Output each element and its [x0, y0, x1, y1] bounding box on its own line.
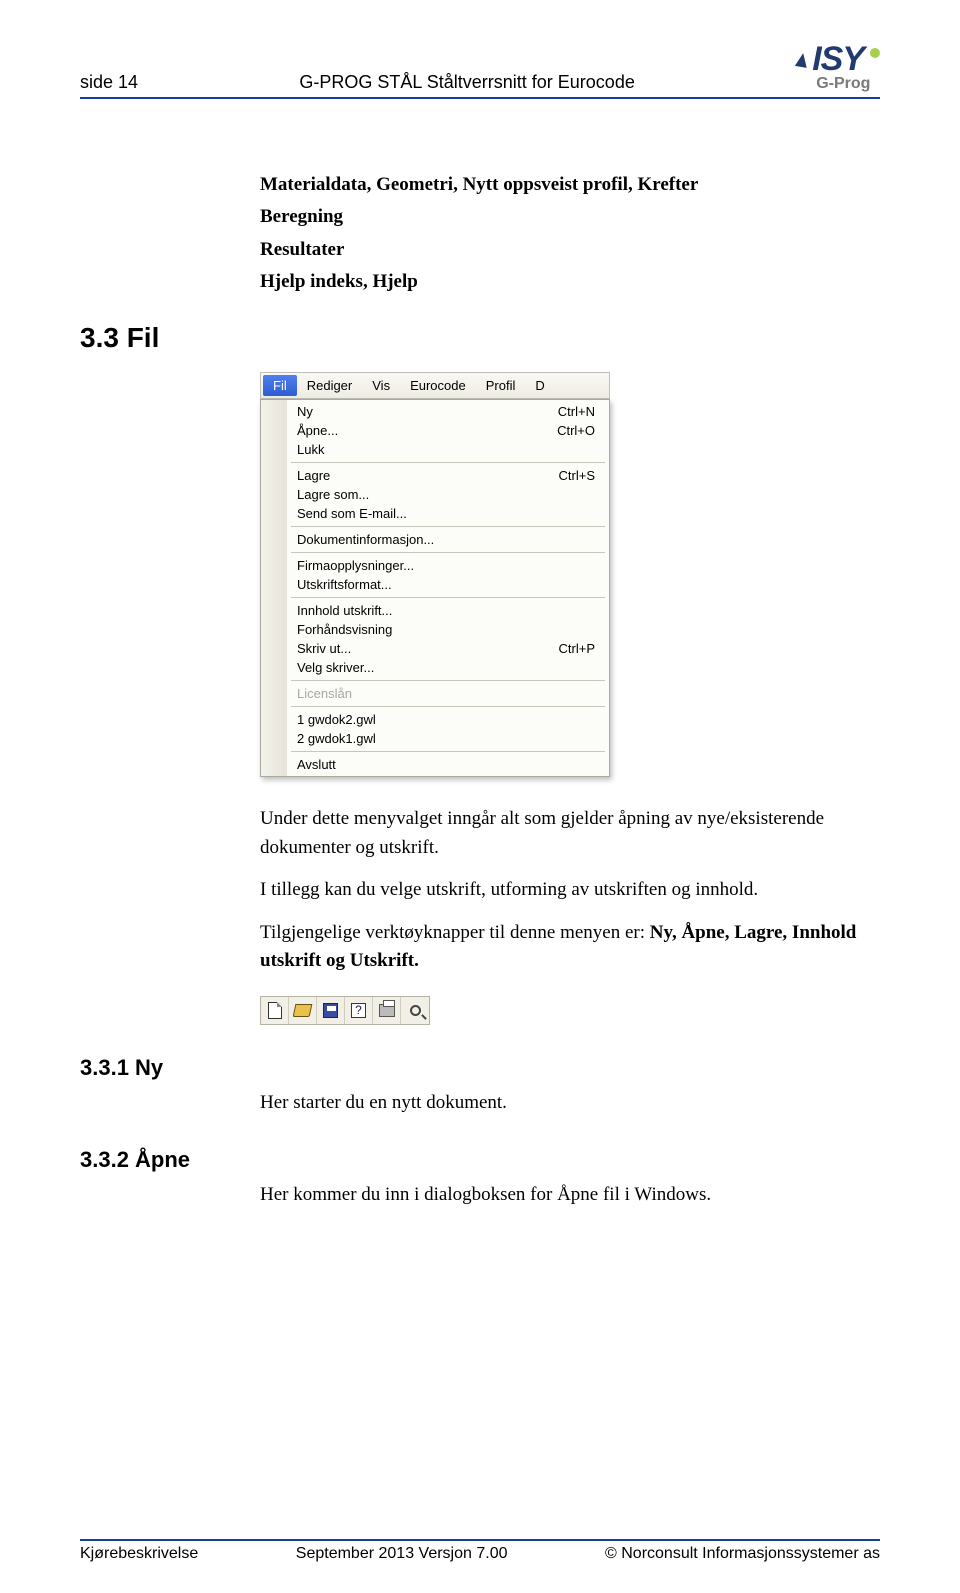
menu-item: Licenslån: [289, 684, 607, 703]
menu-bar: FilRedigerVisEurocodeProfilD: [260, 372, 610, 399]
menu-separator: [291, 462, 605, 463]
menu-item-label: Lagre: [297, 468, 330, 483]
menu-item[interactable]: Skriv ut... Ctrl+P: [289, 639, 607, 658]
menu-separator: [291, 706, 605, 707]
menu-item-label: Skriv ut...: [297, 641, 351, 656]
section-heading-ny: 3.3.1 Ny: [80, 1055, 880, 1081]
body-p3-pre: Tilgjengelige verktøyknapper til denne m…: [260, 922, 650, 943]
menu-separator: [291, 526, 605, 527]
logo-dot-icon: [870, 48, 880, 58]
toolbar-preview-button[interactable]: [401, 997, 429, 1024]
logo-text: ISY: [812, 40, 864, 79]
intro-line: Hjelp indeks, Hjelp: [260, 266, 880, 298]
toolbar-new-button[interactable]: [261, 997, 289, 1024]
menu-item[interactable]: Ny Ctrl+N: [289, 402, 607, 421]
toolbar-save-button[interactable]: [317, 997, 345, 1024]
section-text-ny: Her starter du en nytt dokument.: [260, 1089, 880, 1118]
menu-item-label: 2 gwdok1.gwl: [297, 731, 376, 746]
intro-line: Resultater: [260, 234, 880, 266]
section-text-apne: Her kommer du inn i dialogboksen for Åpn…: [260, 1181, 880, 1210]
menu-item-label: Velg skriver...: [297, 660, 374, 675]
menu-item-label: Lukk: [297, 442, 324, 457]
intro-line: Materialdata, Geometri, Nytt oppsveist p…: [260, 169, 880, 201]
menu-separator: [291, 597, 605, 598]
intro-line: Beregning: [260, 201, 880, 233]
body-p3: Tilgjengelige verktøyknapper til denne m…: [260, 919, 880, 976]
menu-item-label: Åpne...: [297, 423, 338, 438]
menu-item[interactable]: Åpne... Ctrl+O: [289, 421, 607, 440]
menu-item[interactable]: Dokumentinformasjon...: [289, 530, 607, 549]
menu-item[interactable]: Avslutt: [289, 755, 607, 774]
folder-open-icon: [293, 1004, 313, 1017]
menu-item-label: Ny: [297, 404, 313, 419]
menu-item-label: Utskriftsformat...: [297, 577, 392, 592]
menu-item-label: Lagre som...: [297, 487, 369, 502]
menu-separator: [291, 552, 605, 553]
menu-item[interactable]: Utskriftsformat...: [289, 575, 607, 594]
menu-item-label: Forhåndsvisning: [297, 622, 392, 637]
footer-right: © Norconsult Informasjonssystemer as: [605, 1545, 880, 1563]
logo-subtitle: G-Prog: [816, 75, 870, 93]
menu-item-label: Dokumentinformasjon...: [297, 532, 434, 547]
menu-separator: [291, 680, 605, 681]
magnifier-icon: [410, 1005, 421, 1016]
section-heading-fil: 3.3 Fil: [80, 322, 880, 354]
page-icon: [268, 1002, 282, 1019]
menu-screenshot: FilRedigerVisEurocodeProfilD Ny Ctrl+N Åpn…: [260, 372, 610, 777]
menu-bar-item[interactable]: D: [525, 375, 554, 396]
menu-bar-item[interactable]: Profil: [476, 375, 526, 396]
printer-icon: [379, 1004, 395, 1017]
menu-item[interactable]: 1 gwdok2.gwl: [289, 710, 607, 729]
intro-list: Materialdata, Geometri, Nytt oppsveist p…: [260, 169, 880, 298]
footer-left: Kjørebeskrivelse: [80, 1545, 198, 1563]
menu-item-label: Licenslån: [297, 686, 352, 701]
menu-bar-item[interactable]: Rediger: [297, 375, 363, 396]
menu-item[interactable]: Firmaopplysninger...: [289, 556, 607, 575]
menu-icon-strip: [261, 400, 287, 776]
page-footer: Kjørebeskrivelse September 2013 Versjon …: [80, 1539, 880, 1563]
menu-item-shortcut: Ctrl+O: [557, 423, 595, 438]
menu-item[interactable]: Innhold utskrift...: [289, 601, 607, 620]
menu-item[interactable]: Lagre Ctrl+S: [289, 466, 607, 485]
footer-center: September 2013 Versjon 7.00: [296, 1545, 508, 1563]
toolbar: ?: [260, 996, 430, 1025]
menu-item-label: Firmaopplysninger...: [297, 558, 414, 573]
menu-bar-item[interactable]: Fil: [263, 375, 297, 396]
menu-item-label: Avslutt: [297, 757, 336, 772]
menu-item-label: Innhold utskrift...: [297, 603, 392, 618]
menu-item-label: Send som E-mail...: [297, 506, 407, 521]
question-icon: ?: [351, 1003, 366, 1018]
menu-separator: [291, 751, 605, 752]
section-heading-apne: 3.3.2 Åpne: [80, 1147, 880, 1173]
header-page-number: side 14: [80, 72, 138, 93]
menu-dropdown: NyCtrl+NÅpne...Ctrl+OLukkLagreCtrl+SLagr…: [260, 399, 610, 777]
menu-bar-item[interactable]: Eurocode: [400, 375, 476, 396]
menu-item[interactable]: 2 gwdok1.gwl: [289, 729, 607, 748]
toolbar-print-button[interactable]: [373, 997, 401, 1024]
menu-bar-item[interactable]: Vis: [362, 375, 400, 396]
menu-dropdown-body: NyCtrl+NÅpne...Ctrl+OLukkLagreCtrl+SLagr…: [287, 400, 609, 776]
floppy-icon: [323, 1003, 338, 1018]
body-p2: I tillegg kan du velge utskrift, utformi…: [260, 876, 880, 905]
menu-item-shortcut: Ctrl+N: [558, 404, 595, 419]
header-title: G-PROG STÅL Ståltverrsnitt for Eurocode: [299, 72, 634, 93]
menu-item[interactable]: Lagre som...: [289, 485, 607, 504]
menu-item-shortcut: Ctrl+P: [559, 641, 595, 656]
page-header: side 14 G-PROG STÅL Ståltverrsnitt for E…: [80, 40, 880, 99]
logo: ISY G-Prog: [796, 40, 880, 93]
menu-item[interactable]: Lukk: [289, 440, 607, 459]
menu-item[interactable]: Send som E-mail...: [289, 504, 607, 523]
toolbar-open-button[interactable]: [289, 997, 317, 1024]
menu-item-label: 1 gwdok2.gwl: [297, 712, 376, 727]
body-paragraphs: Under dette menyvalget inngår alt som gj…: [260, 805, 880, 976]
body-p1: Under dette menyvalget inngår alt som gj…: [260, 805, 880, 862]
menu-item[interactable]: Forhåndsvisning: [289, 620, 607, 639]
menu-item[interactable]: Velg skriver...: [289, 658, 607, 677]
logo-mark-icon: [795, 52, 809, 68]
menu-item-shortcut: Ctrl+S: [559, 468, 595, 483]
toolbar-content-button[interactable]: ?: [345, 997, 373, 1024]
